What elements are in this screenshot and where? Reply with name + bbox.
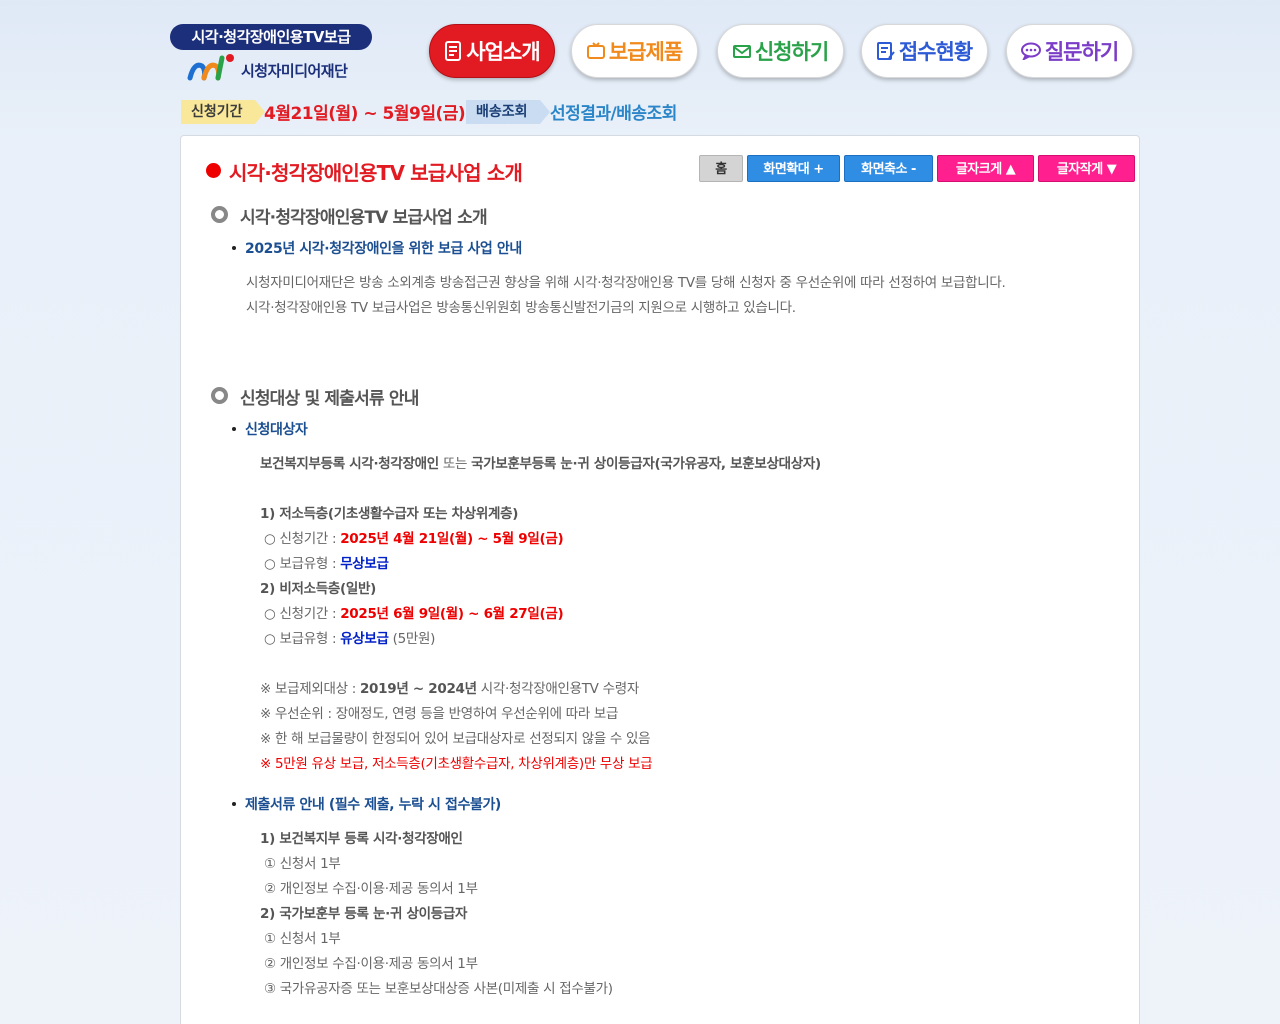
triangle-down-icon: ▼	[1106, 162, 1117, 177]
docs-item: ② 개인정보 수집·이용·제공 동의서 1부	[264, 881, 478, 897]
logo-org-name[interactable]: 시청자미디어재단	[241, 60, 348, 81]
group1-period-label: ○ 신청기간 :	[264, 531, 341, 547]
envelope-icon	[732, 43, 751, 59]
subsection-title: 제출서류 안내 (필수 제출, 누락 시 접수불가)	[245, 797, 501, 813]
chat-bubble-icon	[1020, 42, 1041, 60]
docs-item: ② 개인정보 수집·이용·제공 동의서 1부	[264, 956, 478, 972]
subsection-title: 2025년 시각·청각장애인을 위한 보급 사업 안내	[245, 241, 522, 257]
group2-period: ○ 신청기간 : 2025년 6월 9일(월) ~ 6월 27일(금)	[264, 602, 564, 622]
nav-status[interactable]: 접수현황	[861, 24, 988, 78]
nav-business-intro[interactable]: 사업소개	[429, 24, 555, 78]
nav-label: 보급제품	[608, 40, 683, 64]
note-paid: ※ 5만원 유상 보급, 저소득층(기초생활수급자, 차상위계층)만 무상 보급	[260, 756, 653, 772]
group1-title: 1) 저소득층(기초생활수급자 또는 차상위계층)	[260, 506, 519, 522]
nav-products[interactable]: 보급제품	[571, 24, 698, 78]
page-title: 시각·청각장애인용TV 보급사업 소개	[229, 161, 523, 185]
docs-group1-title: 1) 보건복지부 등록 시각·청각장애인	[260, 831, 463, 847]
tv-icon	[586, 42, 605, 60]
zoom-out-button[interactable]: 화면축소 -	[844, 155, 933, 182]
docs-item: ③ 국가유공자증 또는 보훈보상대상증 사본(미제출 시 접수불가)	[264, 981, 613, 997]
font-smaller-label: 글자작게	[1056, 162, 1103, 177]
group2-title: 2) 비저소득층(일반)	[260, 581, 376, 597]
home-button[interactable]: 홈	[699, 155, 743, 182]
group2-period-label: ○ 신청기간 :	[264, 606, 341, 622]
bullet-icon	[232, 246, 236, 250]
foundation-logo-icon[interactable]	[186, 52, 238, 86]
period-dates: 4월21일(월) ~ 5월9일(금)	[264, 104, 466, 124]
docs-item: ① 신청서 1부	[264, 856, 341, 872]
group2-type-value: 유상보급	[340, 631, 389, 647]
document-icon	[444, 41, 462, 61]
delivery-lookup-link[interactable]: 선정결과/배송조회	[550, 99, 677, 124]
subsection-title: 신청대상자	[245, 422, 308, 438]
group1-type-label: ○ 보급유형 :	[264, 556, 341, 572]
note1-years: 2019년 ~ 2024년	[359, 681, 477, 697]
note-priority: ※ 우선순위 : 장애정도, 연령 등을 반영하여 우선순위에 따라 보급	[260, 706, 619, 722]
target-or: 또는	[438, 456, 472, 472]
nav-questions[interactable]: 질문하기	[1006, 24, 1133, 78]
zoom-in-button[interactable]: 화면확대 +	[747, 155, 840, 182]
font-larger-label: 글자크게	[955, 162, 1002, 177]
nav-label: 신청하기	[754, 40, 829, 64]
font-smaller-button[interactable]: 글자작게 ▼	[1038, 155, 1135, 182]
intro-line-1: 시청자미디어재단은 방송 소외계층 방송접근권 향상을 위해 시각·청각장애인용…	[246, 275, 1006, 291]
section-ring-icon	[211, 387, 228, 404]
docs-item: ① 신청서 1부	[264, 931, 341, 947]
docs-group2-title: 2) 국가보훈부 등록 눈·귀 상이등급자	[260, 906, 468, 922]
section-title: 시각·청각장애인용TV 보급사업 소개	[240, 208, 488, 228]
group1-period-value: 2025년 4월 21일(월) ~ 5월 9일(금)	[340, 531, 564, 547]
nav-label: 질문하기	[1044, 40, 1119, 64]
target-a: 보건복지부등록 시각·청각장애인	[260, 456, 439, 472]
title-bullet-icon	[206, 163, 221, 178]
note-exclusion: ※ 보급제외대상 : 2019년 ~ 2024년 시각·청각장애인용TV 수령자	[260, 677, 639, 697]
bullet-icon	[232, 802, 236, 806]
nav-apply[interactable]: 신청하기	[717, 24, 844, 78]
group2-price: (5만원)	[388, 631, 436, 647]
group2-type-label: ○ 보급유형 :	[264, 631, 341, 647]
section-title: 신청대상 및 제출서류 안내	[240, 389, 419, 409]
bullet-icon	[232, 427, 236, 431]
nav-label: 사업소개	[466, 40, 540, 64]
period-tag: 신청기간	[181, 100, 265, 124]
checklist-icon	[876, 42, 895, 60]
note1-label: ※ 보급제외대상 :	[260, 681, 360, 697]
target-description: 보건복지부등록 시각·청각장애인 또는 국가보훈부등록 눈·귀 상이등급자(국가…	[260, 452, 821, 472]
nav-label: 접수현황	[898, 40, 973, 64]
section-ring-icon	[211, 206, 228, 223]
group1-type: ○ 보급유형 : 무상보급	[264, 552, 389, 572]
group1-type-value: 무상보급	[340, 556, 389, 572]
target-b: 국가보훈부등록 눈·귀 상이등급자(국가유공자, 보훈보상대상자)	[471, 456, 821, 472]
note-limited: ※ 한 해 보급물량이 한정되어 있어 보급대상자로 선정되지 않을 수 있음	[260, 731, 651, 747]
delivery-tag: 배송조회	[466, 100, 550, 124]
note1-rest: 시각·청각장애인용TV 수령자	[476, 681, 640, 697]
group2-type: ○ 보급유형 : 유상보급 (5만원)	[264, 627, 435, 647]
logo-banner[interactable]: 시각·청각장애인용TV보급	[170, 24, 372, 50]
triangle-up-icon: ▲	[1005, 162, 1016, 177]
group1-period: ○ 신청기간 : 2025년 4월 21일(월) ~ 5월 9일(금)	[264, 527, 564, 547]
font-larger-button[interactable]: 글자크게 ▲	[937, 155, 1034, 182]
intro-line-2: 시각·청각장애인용 TV 보급사업은 방송통신위원회 방송통신발전기금의 지원으…	[246, 300, 796, 316]
group2-period-value: 2025년 6월 9일(월) ~ 6월 27일(금)	[340, 606, 564, 622]
